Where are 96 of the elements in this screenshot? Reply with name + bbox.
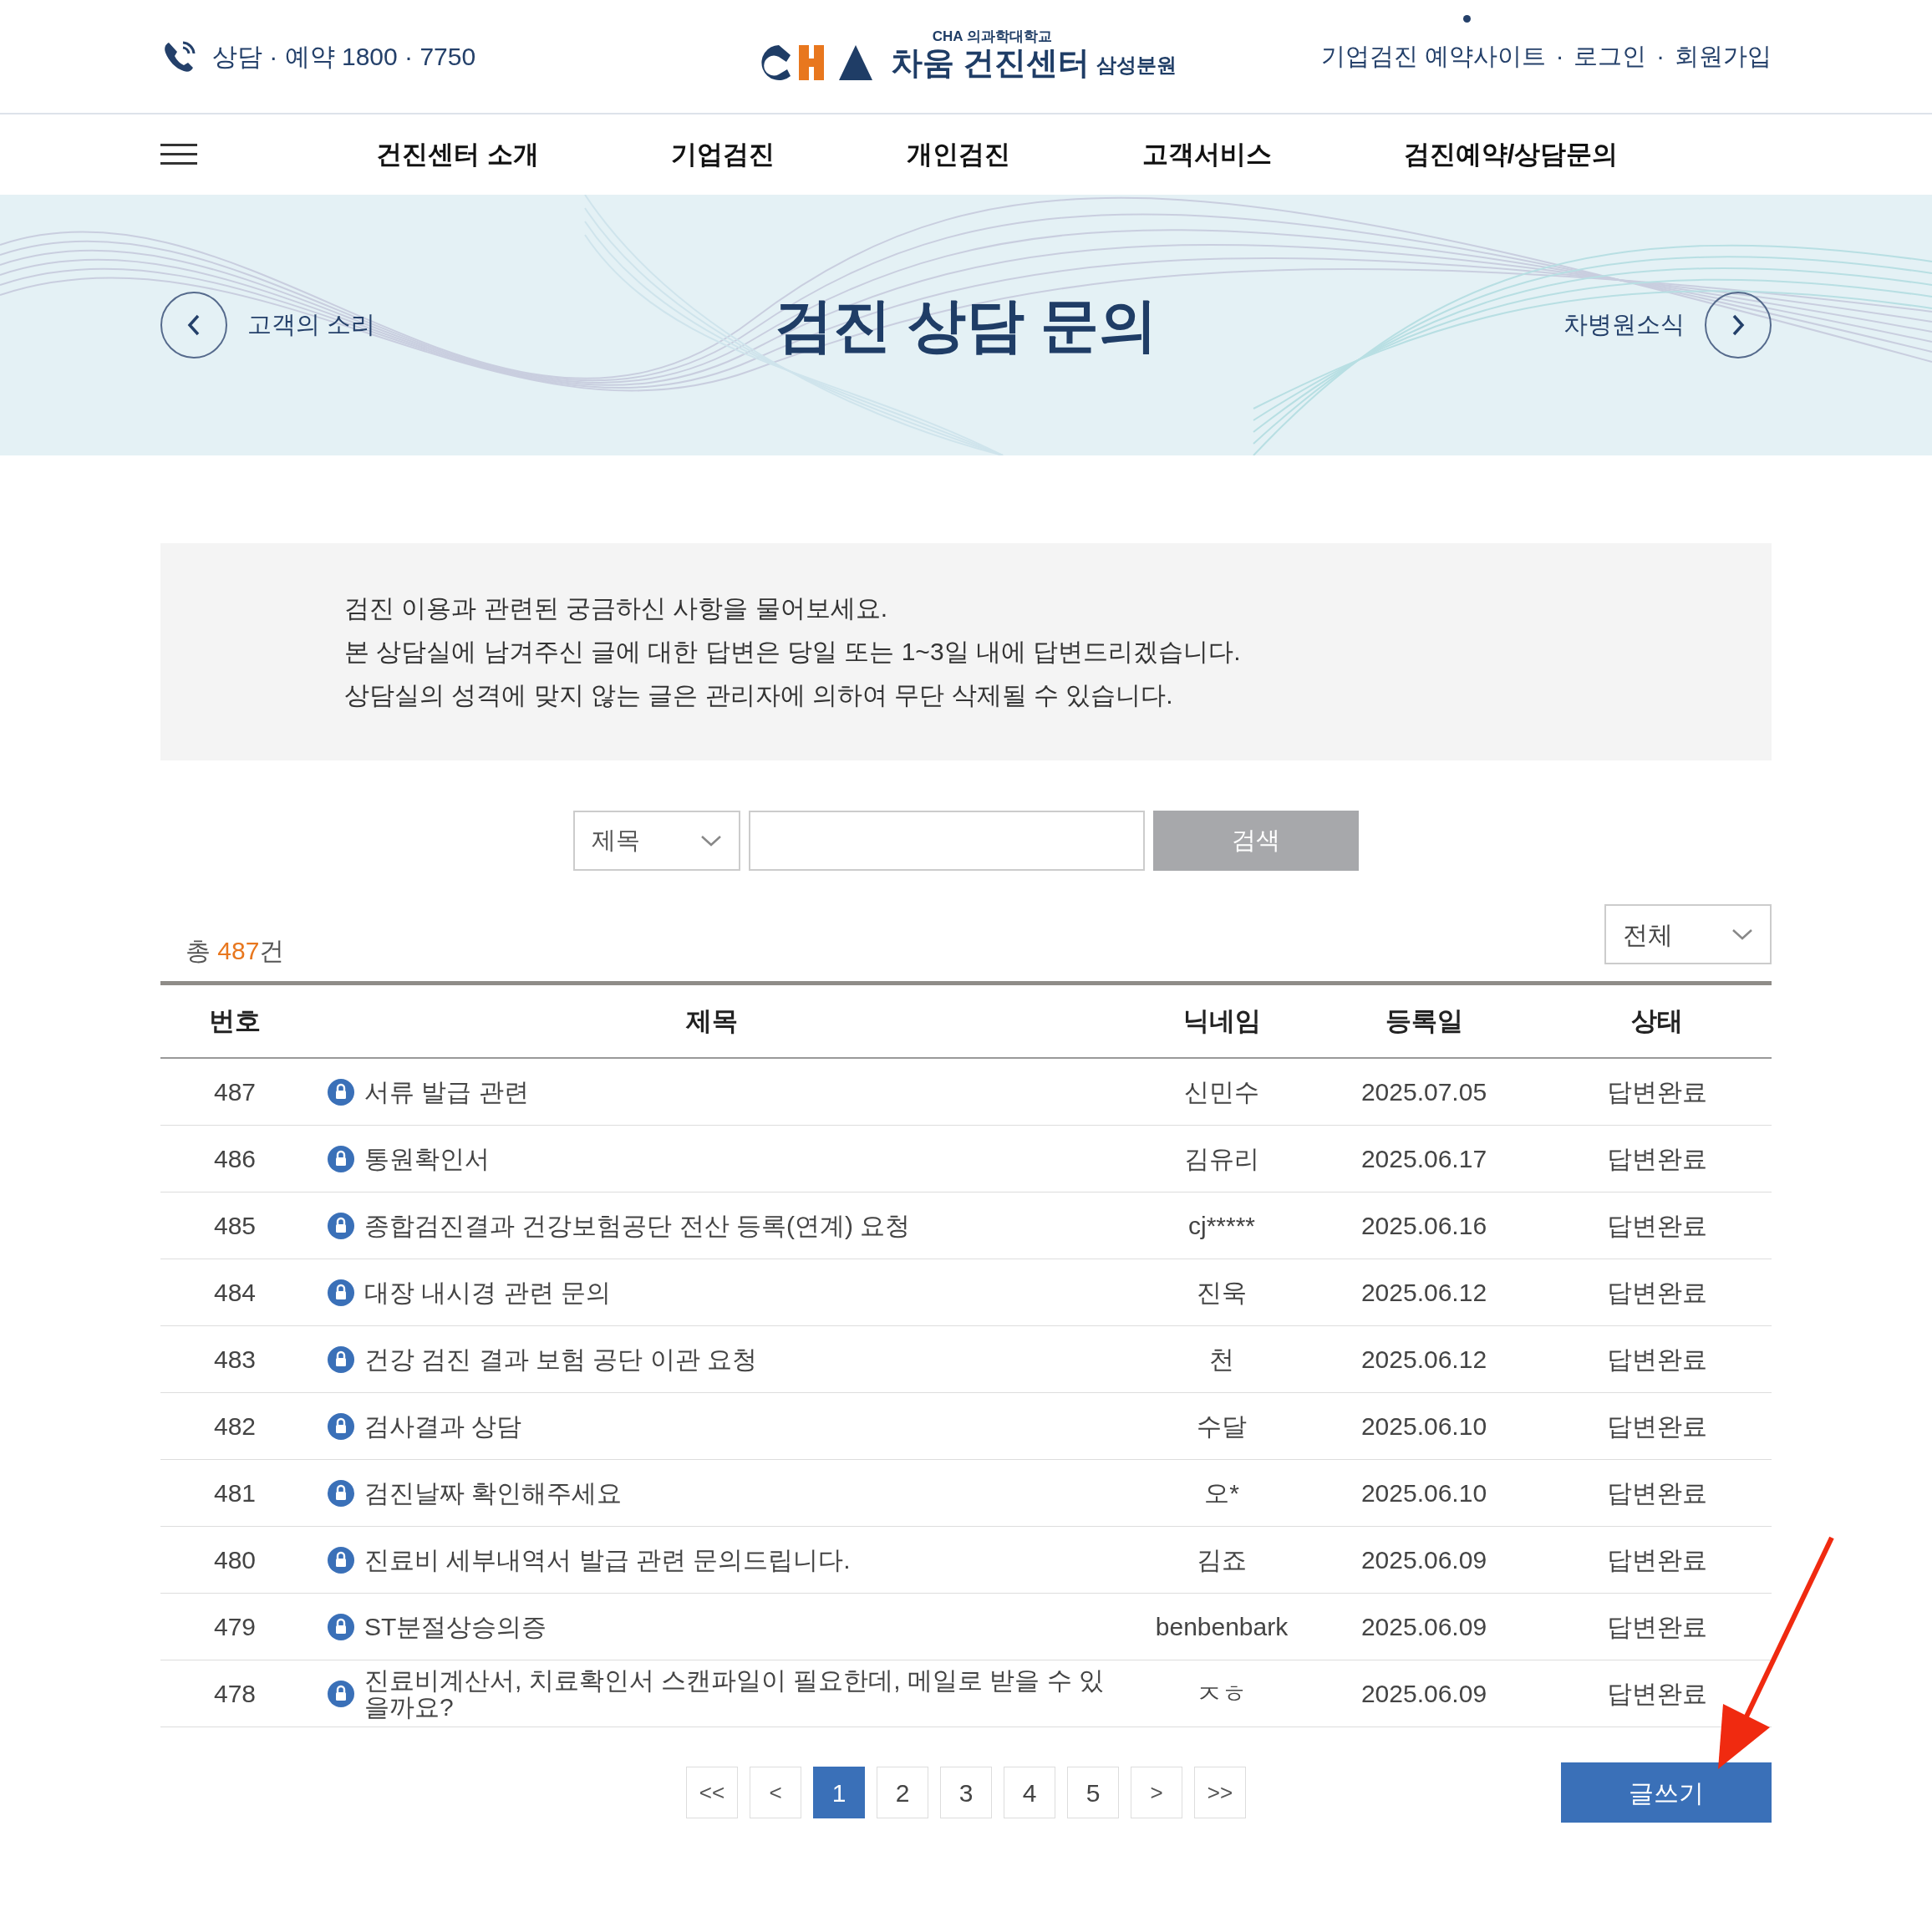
logo-title: 차움 건진센터 bbox=[890, 44, 1091, 83]
nickname: 천 bbox=[1208, 1345, 1235, 1375]
first-page-button[interactable]: << bbox=[686, 1767, 738, 1818]
search-field[interactable] bbox=[749, 811, 1145, 871]
nav-item[interactable]: 개인검진 bbox=[906, 135, 1010, 175]
nickname: cj***** bbox=[1187, 1211, 1256, 1241]
post-date: 2025.06.12 bbox=[1360, 1278, 1488, 1308]
previous-link[interactable]: 고객의 소리 bbox=[247, 307, 376, 343]
post-date: 2025.06.16 bbox=[1360, 1211, 1488, 1241]
previous-page-button[interactable]: < bbox=[750, 1767, 801, 1818]
post-status: 답변완료 bbox=[1606, 1411, 1708, 1442]
nav-item[interactable]: 검진예약/상담문의 bbox=[1403, 135, 1619, 175]
post-date: 2025.06.12 bbox=[1360, 1345, 1488, 1375]
nickname: 김유리 bbox=[1183, 1144, 1260, 1174]
post-title[interactable]: ST분절상승의증 bbox=[364, 1613, 547, 1640]
row-number: 478 bbox=[212, 1679, 257, 1709]
next-link[interactable]: 차병원소식 bbox=[1563, 307, 1685, 343]
post-status: 답변완료 bbox=[1606, 1077, 1708, 1107]
write-button[interactable]: 글쓰기 bbox=[1561, 1762, 1772, 1823]
row-number: 482 bbox=[212, 1411, 257, 1442]
column-header: 번호 bbox=[208, 1004, 262, 1037]
post-status: 답변완료 bbox=[1606, 1144, 1708, 1174]
separator-dot: · bbox=[1555, 41, 1564, 71]
search-type-select[interactable]: 제목 bbox=[573, 811, 740, 871]
column-header: 등록일 bbox=[1384, 1004, 1464, 1037]
nickname: 신민수 bbox=[1183, 1077, 1260, 1107]
post-status: 답변완료 bbox=[1606, 1211, 1708, 1241]
previous-button[interactable] bbox=[160, 292, 227, 359]
post-date: 2025.06.09 bbox=[1360, 1612, 1488, 1642]
post-title[interactable]: 대장 내시경 관련 문의 bbox=[364, 1279, 611, 1306]
post-date: 2025.06.10 bbox=[1360, 1478, 1488, 1508]
chevron-right-icon bbox=[1731, 314, 1745, 336]
nickname: ㅈㅎ bbox=[1196, 1679, 1248, 1709]
page-button[interactable]: 2 bbox=[877, 1767, 928, 1818]
row-number: 480 bbox=[212, 1545, 257, 1575]
total-count: 총 487건 bbox=[186, 936, 285, 966]
row-number: 481 bbox=[212, 1478, 257, 1508]
row-number: 483 bbox=[212, 1345, 257, 1375]
row-number: 479 bbox=[212, 1612, 257, 1642]
column-header: 제목 bbox=[685, 1004, 739, 1037]
page-button[interactable]: 5 bbox=[1067, 1767, 1119, 1818]
header-link[interactable]: 로그인 bbox=[1574, 38, 1647, 75]
page-button[interactable]: 3 bbox=[940, 1767, 992, 1818]
nav-item[interactable]: 고객서비스 bbox=[1141, 135, 1272, 175]
row-number: 486 bbox=[212, 1144, 257, 1174]
nickname: 수달 bbox=[1196, 1411, 1248, 1442]
column-header: 닉네임 bbox=[1182, 1004, 1262, 1037]
logo-branch: 삼성분원 bbox=[1096, 52, 1177, 78]
notice-text: 본 상담실에 남겨주신 글에 대한 답변은 당일 또는 1~3일 내에 답변드리겠습니다. bbox=[344, 637, 1242, 667]
post-title[interactable]: 진료비 세부내역서 발급 관련 문의드립니다. bbox=[364, 1546, 851, 1574]
post-status: 답변완료 bbox=[1606, 1545, 1708, 1575]
post-status: 답변완료 bbox=[1606, 1478, 1708, 1508]
chevron-left-icon bbox=[187, 314, 201, 336]
post-date: 2025.06.17 bbox=[1360, 1144, 1488, 1174]
column-header: 상태 bbox=[1630, 1004, 1684, 1037]
nickname: benbenbark bbox=[1154, 1612, 1289, 1642]
post-title[interactable]: 서류 발급 관련 bbox=[364, 1078, 529, 1106]
post-title[interactable]: 진료비계산서, 치료확인서 스캔파일이 필요한데, 메일로 받을 수 있을까요? bbox=[364, 1666, 1111, 1721]
nickname: 김죠 bbox=[1196, 1545, 1248, 1575]
chevron-down-icon bbox=[1731, 928, 1753, 941]
header-link[interactable]: 회원가입 bbox=[1675, 38, 1772, 75]
page-button[interactable]: 1 bbox=[813, 1767, 865, 1818]
post-status: 답변완료 bbox=[1606, 1278, 1708, 1308]
post-title[interactable]: 종합검진결과 건강보험공단 전산 등록(연계) 요청 bbox=[364, 1212, 911, 1239]
header-link[interactable]: 기업검진 예약사이트 bbox=[1320, 38, 1546, 75]
post-title[interactable]: 검사결과 상담 bbox=[364, 1412, 522, 1440]
nickname: 진욱 bbox=[1196, 1278, 1248, 1308]
post-status: 답변완료 bbox=[1606, 1612, 1708, 1642]
filter-select[interactable]: 전체 bbox=[1604, 904, 1772, 964]
post-date: 2025.07.05 bbox=[1360, 1077, 1488, 1107]
chevron-down-icon bbox=[700, 834, 722, 847]
next-button[interactable] bbox=[1705, 292, 1772, 359]
post-title[interactable]: 검진날짜 확인해주세요 bbox=[364, 1479, 623, 1507]
page-title: 검진 상담 문의 bbox=[774, 291, 1158, 359]
separator-dot: · bbox=[1656, 41, 1665, 71]
post-date: 2025.06.09 bbox=[1360, 1545, 1488, 1575]
last-page-button[interactable]: >> bbox=[1194, 1767, 1246, 1818]
next-page-button[interactable]: > bbox=[1131, 1767, 1182, 1818]
post-date: 2025.06.10 bbox=[1360, 1411, 1488, 1442]
row-number: 487 bbox=[212, 1077, 257, 1107]
nickname: 오* bbox=[1203, 1478, 1240, 1508]
row-number: 484 bbox=[212, 1278, 257, 1308]
logo-subtitle: CHA 의과학대학교 bbox=[932, 29, 1052, 44]
post-status: 답변완료 bbox=[1606, 1679, 1708, 1709]
nav-item[interactable]: 기업검진 bbox=[670, 135, 775, 175]
notice-text: 검진 이용과 관련된 궁금하신 사항을 물어보세요. bbox=[344, 593, 888, 623]
row-number: 485 bbox=[212, 1211, 257, 1241]
post-title[interactable]: 통원확인서 bbox=[364, 1145, 490, 1172]
page-button[interactable]: 4 bbox=[1004, 1767, 1055, 1818]
notice-text: 상담실의 성격에 맞지 않는 글은 관리자에 의하여 무단 삭제될 수 있습니다. bbox=[344, 680, 1174, 710]
nav-item[interactable]: 건진센터 소개 bbox=[376, 135, 539, 175]
post-date: 2025.06.09 bbox=[1360, 1679, 1488, 1709]
post-status: 답변완료 bbox=[1606, 1345, 1708, 1375]
post-title[interactable]: 건강 검진 결과 보험 공단 이관 요청 bbox=[364, 1345, 757, 1373]
phone-number: 상담 · 예약 1800 · 7750 bbox=[212, 42, 476, 72]
menu-icon[interactable] bbox=[160, 144, 197, 165]
